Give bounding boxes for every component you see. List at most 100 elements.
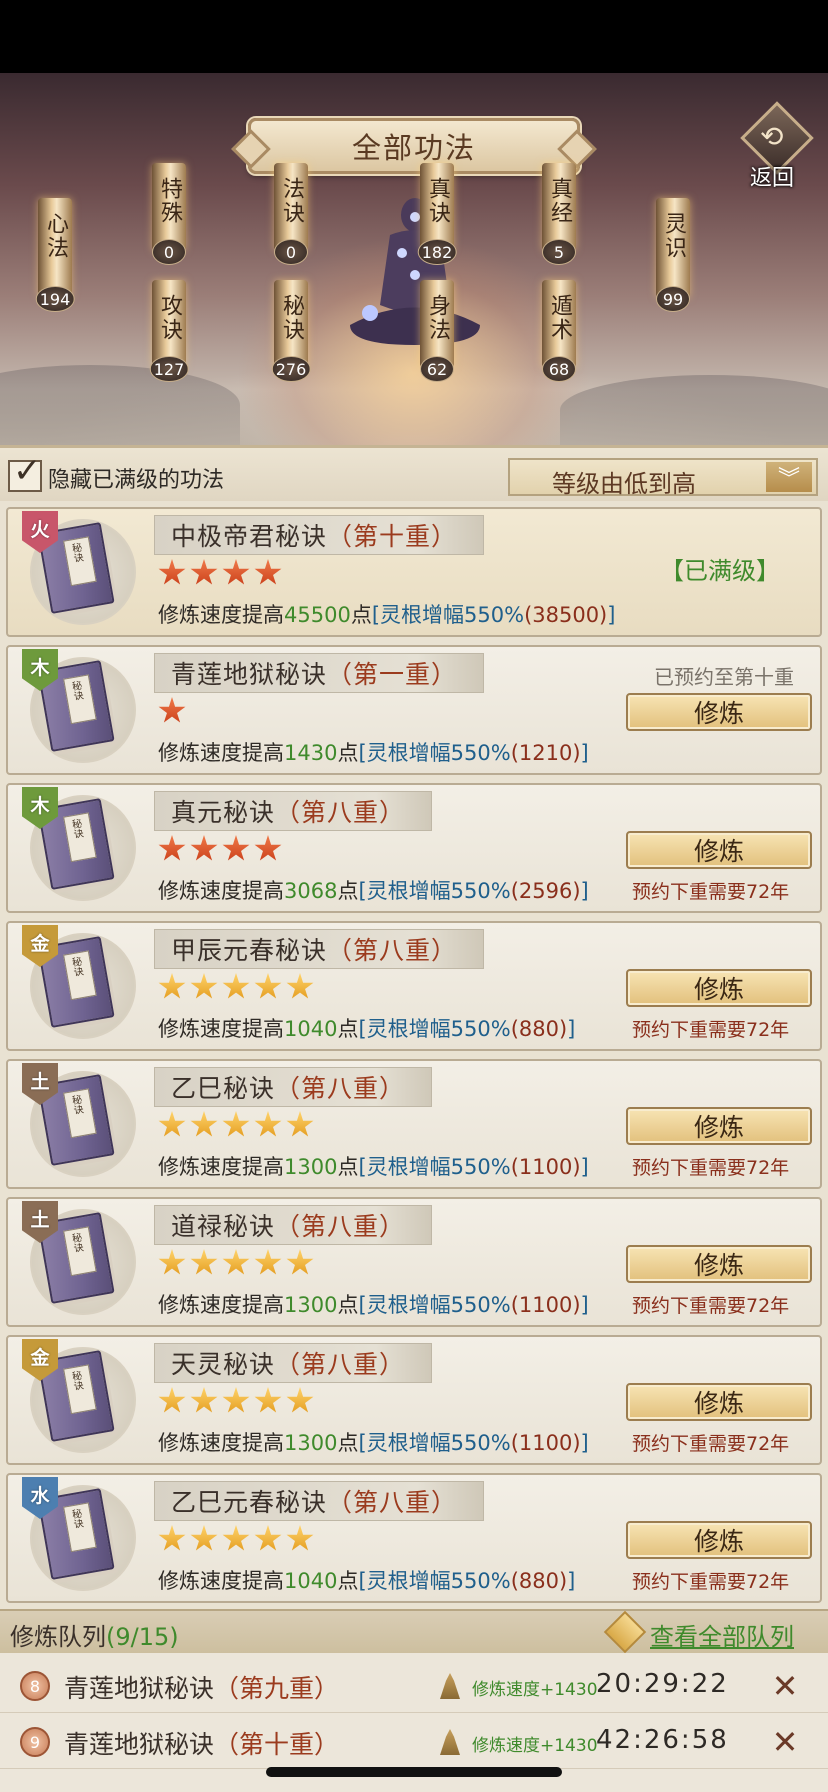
next-level-requirement: 预约下重需要72年 <box>632 1571 790 1593</box>
star-icon <box>158 1387 186 1413</box>
star-icon <box>222 1111 250 1137</box>
technique-name-text: 真元秘诀 <box>171 798 276 827</box>
boost-close: ] <box>607 603 616 627</box>
category-xinfa[interactable]: 心法 194 <box>35 198 75 312</box>
back-button[interactable]: ⟲ 返回 <box>738 101 820 191</box>
speed-value: 45500 <box>284 603 351 627</box>
speed-stat: 修炼速度提高1300点[灵根增幅550%(1100)] <box>158 1151 589 1181</box>
category-shenfa[interactable]: 身法 62 <box>420 280 454 382</box>
technique-name: 天灵秘诀 （第八重） <box>154 1343 433 1383</box>
star-rating <box>158 973 314 1005</box>
technique-level: （第八重） <box>275 1212 406 1241</box>
technique-card[interactable]: 秘诀木青莲地狱秘诀 （第一重） 修炼速度提高1430点[灵根增幅550%(1210)… <box>6 645 822 775</box>
train-button[interactable]: 修炼 <box>626 1521 812 1559</box>
star-icon <box>158 973 186 999</box>
speed-stat: 修炼速度提高45500点[灵根增幅550%(38500)] <box>158 599 615 629</box>
queue-timer: 42:26:58 <box>596 1725 729 1755</box>
technique-name: 甲辰元春秘诀 （第八重） <box>154 929 485 969</box>
technique-card[interactable]: 秘诀金天灵秘诀 （第八重） 修炼速度提高1300点[灵根增幅550%(1100)] 修… <box>6 1335 822 1465</box>
category-dunshu[interactable]: 遁术 68 <box>542 280 576 382</box>
technique-card[interactable]: 秘诀土乙巳秘诀 （第八重） 修炼速度提高1300点[灵根增幅550%(1100)] 修… <box>6 1059 822 1189</box>
train-button[interactable]: 修炼 <box>626 693 812 731</box>
technique-level: （第十重） <box>327 522 458 551</box>
book-tag: 秘诀 <box>68 541 84 564</box>
speed-value: 1040 <box>284 1569 338 1593</box>
technique-name-text: 道禄秘诀 <box>171 1212 276 1241</box>
queue-title-text: 修炼队列 <box>10 1623 106 1651</box>
star-icon <box>286 1249 314 1275</box>
sort-dropdown[interactable]: 等级由低到高 ︾ <box>508 458 818 498</box>
train-button[interactable]: 修炼 <box>626 1107 812 1145</box>
base-value: (880) <box>510 1569 568 1593</box>
category-count: 0 <box>274 239 308 265</box>
book-tag: 秘诀 <box>68 1507 84 1530</box>
home-indicator <box>266 1767 562 1777</box>
stat-unit: 点 <box>337 879 359 903</box>
queue-row: 9 青莲地狱秘诀（第十重） 修炼速度+1430 42:26:58 ✕ <box>0 1713 828 1769</box>
speed-stat: 修炼速度提高3068点[灵根增幅550%(2596)] <box>158 875 589 905</box>
technique-card[interactable]: 秘诀土道禄秘诀 （第八重） 修炼速度提高1300点[灵根增幅550%(1100)] 修… <box>6 1197 822 1327</box>
book-tag: 秘诀 <box>68 955 84 978</box>
category-label: 法诀 <box>279 177 304 225</box>
queue-number-badge: 8 <box>20 1671 50 1701</box>
category-gongjue[interactable]: 攻诀 127 <box>149 280 189 382</box>
incense-icon <box>440 1729 460 1755</box>
hide-maxed-label[interactable]: 隐藏已满级的功法 <box>48 462 224 494</box>
category-mijue[interactable]: 秘诀 276 <box>271 280 311 382</box>
category-lingshi[interactable]: 灵识 99 <box>656 198 690 312</box>
category-zhenjue[interactable]: 真诀 182 <box>417 163 457 265</box>
star-icon <box>222 973 250 999</box>
category-label: 秘诀 <box>279 294 304 342</box>
speed-value: 1300 <box>284 1155 338 1179</box>
technique-category-banner: 全部功法 ⟲ 返回 心法 194 特殊 0 攻诀 127 法诀 0 秘诀 276… <box>0 73 828 445</box>
category-teshu[interactable]: 特殊 0 <box>152 163 186 265</box>
category-fajue[interactable]: 法诀 0 <box>274 163 308 265</box>
remove-queue-icon[interactable]: ✕ <box>768 1725 802 1759</box>
technique-card[interactable]: 秘诀水乙巳元春秘诀 （第八重） 修炼速度提高1040点[灵根增幅550%(880)]… <box>6 1473 822 1603</box>
speed-stat: 修炼速度提高1300点[灵根增幅550%(1100)] <box>158 1427 589 1457</box>
train-button[interactable]: 修炼 <box>626 1245 812 1283</box>
incense-icon <box>440 1673 460 1699</box>
book-tag: 秘诀 <box>68 1231 84 1254</box>
star-icon <box>190 973 218 999</box>
view-all-queue-link[interactable]: 查看全部队列 <box>650 1617 794 1652</box>
star-icon <box>254 1387 282 1413</box>
magnifier-icon[interactable] <box>603 1610 647 1654</box>
star-icon <box>222 559 250 585</box>
category-label: 特殊 <box>157 177 182 225</box>
hide-maxed-checkbox[interactable]: ✓ <box>8 454 42 492</box>
boost-close: ] <box>580 1431 589 1455</box>
star-icon <box>254 1525 282 1551</box>
speed-value: 1430 <box>284 741 338 765</box>
technique-card[interactable]: 秘诀火中极帝君秘诀 （第十重） 修炼速度提高45500点[灵根增幅550%(3850… <box>6 507 822 637</box>
queue-item-name: 青莲地狱秘诀（第十重） <box>64 1725 339 1761</box>
train-button[interactable]: 修炼 <box>626 1383 812 1421</box>
category-zhenjing[interactable]: 真经 5 <box>542 163 576 265</box>
star-icon <box>158 1525 186 1551</box>
book-tag: 秘诀 <box>68 1369 84 1392</box>
star-icon <box>158 697 186 723</box>
technique-level: （第八重） <box>275 1350 406 1379</box>
star-rating <box>158 1525 314 1557</box>
technique-card[interactable]: 秘诀木真元秘诀 （第八重） 修炼速度提高3068点[灵根增幅550%(2596)] 修… <box>6 783 822 913</box>
category-count: 127 <box>149 356 189 382</box>
queue-item-name: 青莲地狱秘诀（第九重） <box>64 1669 339 1705</box>
category-count: 62 <box>420 356 454 382</box>
train-button[interactable]: 修炼 <box>626 969 812 1007</box>
queue-level-text: （第十重） <box>214 1730 340 1759</box>
boost-open: [灵根增幅 <box>358 879 451 903</box>
book-tag: 秘诀 <box>68 1093 84 1116</box>
stat-unit: 点 <box>337 1017 359 1041</box>
base-value: (1100) <box>510 1155 581 1179</box>
technique-name: 乙巳元春秘诀 （第八重） <box>154 1481 485 1521</box>
star-icon <box>286 1111 314 1137</box>
train-button[interactable]: 修炼 <box>626 831 812 869</box>
remove-queue-icon[interactable]: ✕ <box>768 1669 802 1703</box>
boost-open: [灵根增幅 <box>371 603 465 627</box>
technique-name: 乙巳秘诀 （第八重） <box>154 1067 433 1107</box>
technique-name-text: 青莲地狱秘诀 <box>171 660 328 689</box>
training-queue-header: 修炼队列(9/15) 查看全部队列 <box>0 1609 828 1654</box>
category-label: 攻诀 <box>157 294 182 342</box>
back-label: 返回 <box>750 166 795 191</box>
technique-card[interactable]: 秘诀金甲辰元春秘诀 （第八重） 修炼速度提高1040点[灵根增幅550%(880)]… <box>6 921 822 1051</box>
